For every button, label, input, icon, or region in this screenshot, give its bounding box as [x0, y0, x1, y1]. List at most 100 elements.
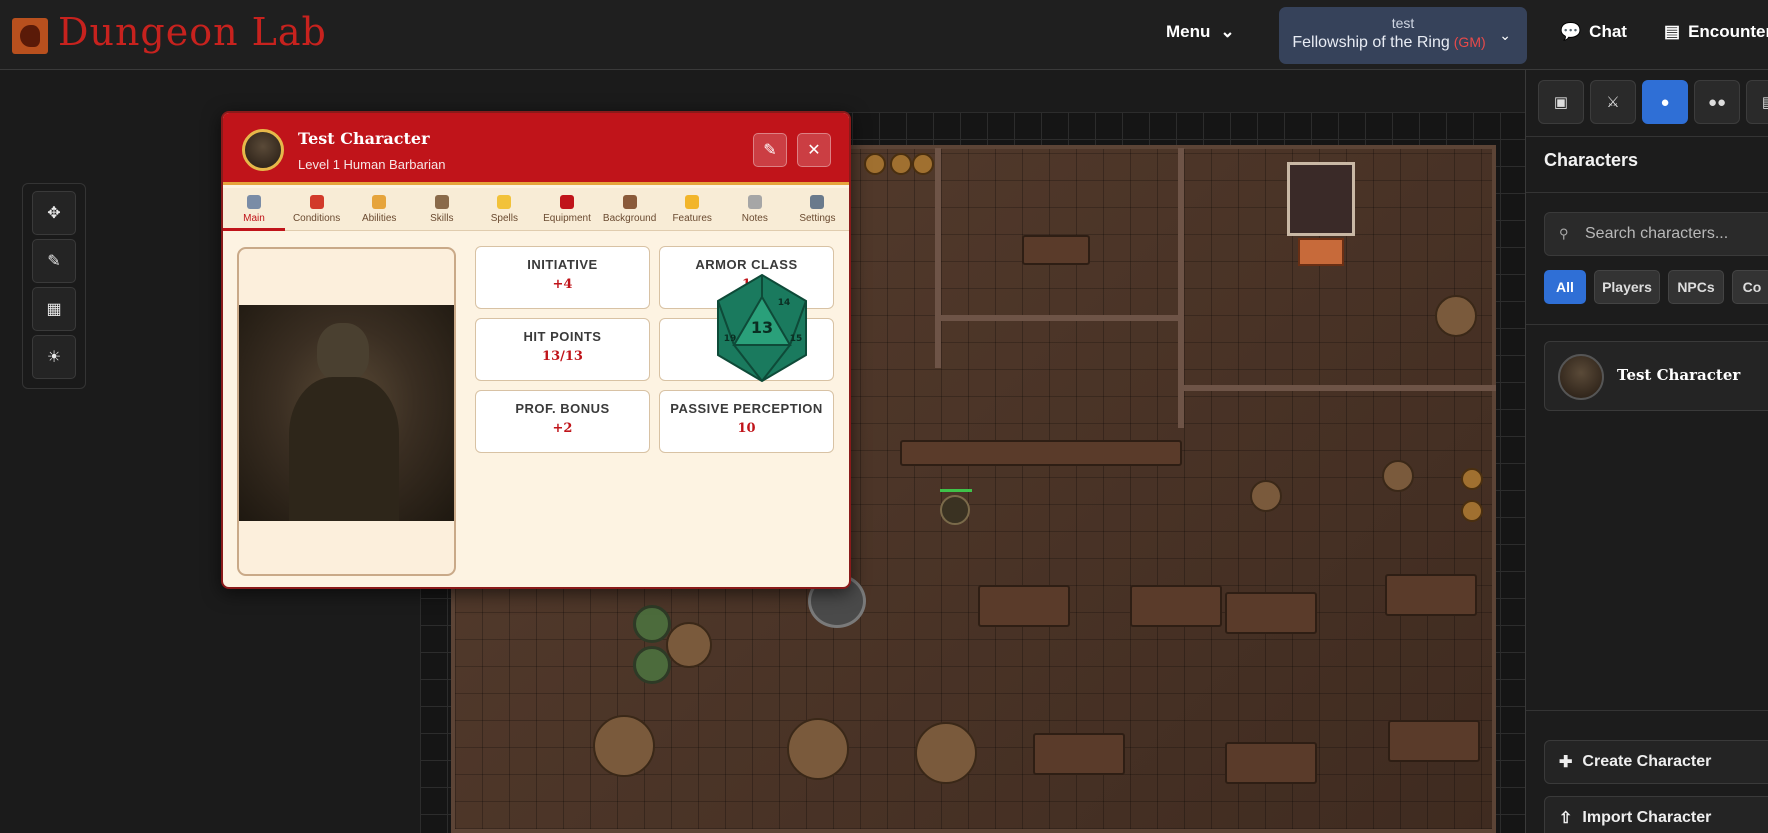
encounter-button[interactable]: ▤ Encounter [1664, 22, 1768, 42]
campaign-subtitle: test [1391, 15, 1415, 31]
upload-icon: ⇧ [1559, 810, 1573, 827]
filter-players[interactable]: Players [1594, 270, 1660, 304]
pencil-icon: ✎ [763, 142, 777, 159]
campaign-selector[interactable]: test Fellowship of the Ring (GM) ⌄ [1279, 7, 1527, 64]
die-edge-number: 14 [778, 298, 791, 308]
light-icon[interactable]: ☀ [32, 335, 76, 379]
close-icon: ✕ [807, 142, 821, 159]
map-wall [1180, 385, 1496, 391]
players-tab[interactable]: ●● [1694, 80, 1740, 124]
tab-background[interactable]: Background [599, 188, 661, 231]
tab-features[interactable]: Features [661, 188, 723, 231]
barrel [912, 153, 934, 175]
tab-equipment[interactable]: Equipment [536, 188, 598, 231]
star-icon [685, 195, 700, 209]
filter-companions[interactable]: Co [1732, 270, 1768, 304]
avatar [1558, 354, 1604, 400]
tab-label: Abilities [361, 213, 397, 224]
import-character-button[interactable]: ⇧ Import Character [1544, 796, 1768, 833]
combat-tab[interactable]: ⚔ [1590, 80, 1636, 124]
tab-skills[interactable]: Skills [411, 188, 473, 231]
map-table [1388, 720, 1480, 762]
campaign-name-line: Fellowship of the Ring (GM) [1279, 34, 1527, 52]
tab-conditions[interactable]: Conditions [286, 188, 348, 231]
filter-npcs[interactable]: NPCs [1668, 270, 1724, 304]
stat-label: ARMOR CLASS [695, 257, 798, 272]
filter-all[interactable]: All [1544, 270, 1586, 304]
menu-label: Menu [1166, 22, 1211, 41]
divider [1526, 192, 1768, 193]
search-input[interactable] [1585, 213, 1768, 255]
crossed-swords-icon: ⚔ [1606, 94, 1620, 111]
token-health-bar [940, 489, 972, 492]
character-search[interactable]: ⚲ [1544, 212, 1768, 256]
menu-button[interactable]: Menu ⌄ [1166, 22, 1235, 42]
tab-label: Notes [741, 213, 768, 224]
tab-notes[interactable]: Notes [724, 188, 786, 231]
map-table [1022, 235, 1090, 265]
character-avatar [242, 129, 284, 171]
encounter-tab[interactable]: ▤ [1746, 80, 1768, 124]
d20-die-icon: 13 14 15 19 [717, 273, 807, 383]
right-panel: ▣ ⚔ ● ●● ▤ Characters ⚲ All Players NPCs… [1525, 70, 1768, 833]
add-person-icon: ✚ [1559, 754, 1573, 771]
map-bed [1287, 162, 1355, 236]
character-subtitle: Level 1 Human Barbarian [298, 157, 446, 172]
bag-icon: ▤ [1762, 93, 1768, 111]
gear-icon [810, 195, 825, 209]
layout-icon: ▤ [1664, 22, 1681, 41]
tab-label: Equipment [543, 213, 591, 224]
divider [1526, 136, 1768, 137]
dragon-logo-icon [12, 18, 48, 54]
stat-value: +2 [552, 421, 573, 436]
map-toolbar: ✥ ✎ ▦ ☀ [22, 183, 86, 389]
close-button[interactable]: ✕ [797, 133, 831, 167]
people-icon: ●● [1707, 93, 1727, 111]
sheet-header[interactable]: Test Character Level 1 Human Barbarian ✎… [223, 113, 849, 185]
stat-box: INITIATIVE +4 [475, 246, 650, 309]
stat-box: PASSIVE PERCEPTION 10 [659, 390, 834, 453]
search-icon: ⚲ [1559, 226, 1569, 241]
stat-box: PROF. BONUS +2 [475, 390, 650, 453]
book-icon [622, 195, 637, 209]
stat-value: +4 [552, 277, 573, 292]
move-icon[interactable]: ✥ [32, 191, 76, 235]
round-table [593, 715, 655, 777]
ruler-icon[interactable]: ✎ [32, 239, 76, 283]
round-table [1250, 480, 1282, 512]
backpack-icon [560, 195, 574, 209]
characters-tab[interactable]: ● [1642, 80, 1688, 124]
create-character-label: Create Character [1582, 753, 1712, 770]
map-table [1225, 592, 1317, 634]
die-edge-number: 15 [790, 334, 803, 344]
map-rug [1298, 238, 1344, 266]
tab-label: Background [602, 213, 657, 224]
chat-tab[interactable]: ▣ [1538, 80, 1584, 124]
panel-title: Characters [1544, 150, 1639, 170]
person-icon: ● [1660, 93, 1670, 111]
portrait-frame [237, 247, 456, 576]
chat-label: Chat [1589, 22, 1627, 41]
character-list-item[interactable]: Test Character [1544, 341, 1768, 411]
tab-spells[interactable]: Spells [473, 188, 535, 231]
scroll-icon [247, 195, 261, 209]
tab-abilities[interactable]: Abilities [348, 188, 410, 231]
stat-value: 13/13 [542, 349, 583, 364]
map-table [1033, 733, 1125, 775]
stat-label: PROF. BONUS [515, 401, 610, 416]
grid-icon[interactable]: ▦ [32, 287, 76, 331]
map-wall [935, 148, 941, 368]
note-icon [747, 195, 762, 209]
edit-button[interactable]: ✎ [753, 133, 787, 167]
round-table [787, 718, 849, 780]
character-token[interactable] [940, 495, 970, 525]
tab-main[interactable]: Main [223, 188, 285, 231]
create-character-button[interactable]: ✚ Create Character [1544, 740, 1768, 784]
map-wall [935, 315, 1180, 321]
die-edge-number: 19 [724, 334, 737, 344]
map-table [1130, 585, 1222, 627]
chat-button[interactable]: 💬 Chat [1560, 22, 1627, 42]
tab-settings[interactable]: Settings [786, 188, 848, 231]
map-table [1385, 574, 1477, 616]
muscle-icon [372, 195, 387, 209]
